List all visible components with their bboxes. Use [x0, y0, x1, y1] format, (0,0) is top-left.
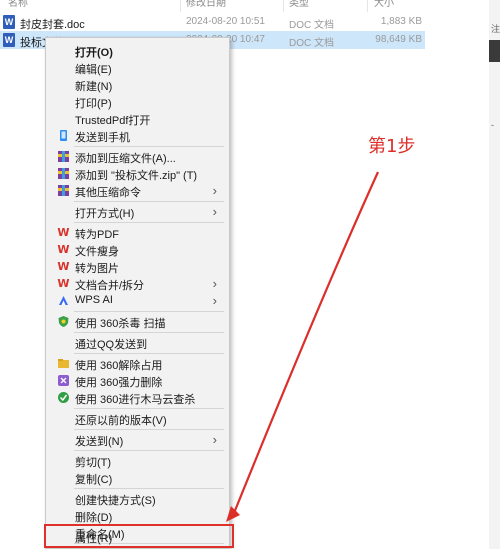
annotation-arrow [226, 171, 380, 522]
step-label: 第1步 [368, 136, 416, 157]
